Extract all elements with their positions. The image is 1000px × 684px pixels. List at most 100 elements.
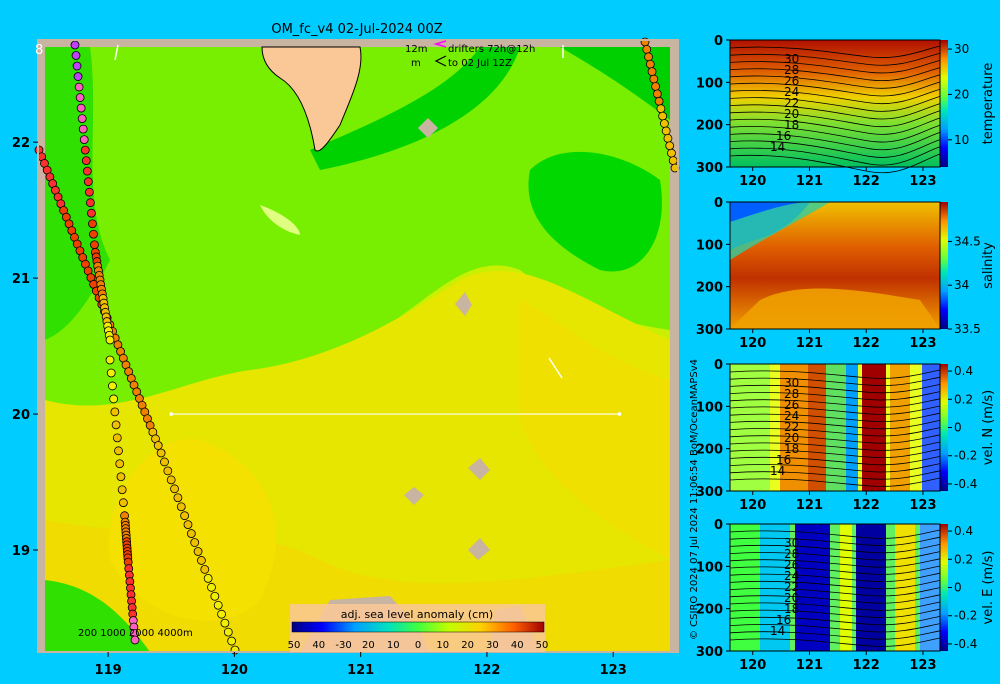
drifter-to-label: to 02 Jul 12Z (448, 58, 512, 69)
drifter-point (645, 59, 655, 69)
map-x-tick-label: 121 (347, 663, 374, 678)
panel-ylabel: vel. N (m/s) (981, 390, 996, 465)
drifter-point (85, 198, 95, 208)
map-y-tick-label: 20 (12, 408, 30, 423)
drifter-point (84, 187, 94, 197)
drifter-point (88, 219, 97, 229)
drifter-point (83, 177, 93, 187)
depth-legend: 200 1000 2000 4000m (78, 628, 193, 639)
drifter-point (106, 368, 116, 378)
x-tick-label: 122 (853, 498, 880, 513)
drifter-point (660, 119, 669, 128)
colorbar-bar (291, 621, 545, 633)
y-tick-label: 100 (696, 560, 723, 575)
drifter-point (176, 502, 186, 512)
colorbar-tick-label: 30 (954, 42, 969, 56)
drifter-point (156, 448, 166, 458)
drifter-point (112, 433, 122, 443)
panel-ylabel: salinity (981, 242, 996, 289)
colorbar-tick-label: 20 (954, 87, 969, 101)
x-tick-label: 122 (853, 336, 880, 351)
section-line-end (617, 412, 622, 416)
drifter-point (642, 45, 652, 54)
drifter-point (78, 124, 88, 134)
colorbar-tick-label: 0.2 (954, 552, 973, 566)
map-field (45, 47, 670, 652)
drifter-point (160, 457, 169, 467)
drifter-point (197, 556, 206, 565)
y-tick-label: 200 (696, 443, 723, 458)
colorbar-tick-label: 40 (511, 640, 524, 651)
colorbar-tick-label: -0.2 (954, 449, 977, 463)
drifter-point (79, 135, 89, 145)
colorbar-tick-label: 34.5 (954, 234, 981, 248)
map-x-tick-label: 119 (95, 663, 122, 678)
map-y-tick-label: 22 (12, 136, 30, 151)
drifter-point (183, 520, 193, 530)
colorbar-tick-label: 33.5 (954, 322, 981, 336)
y-tick-label: 200 (696, 281, 723, 296)
sla-colorbar: adj. sea level anomaly (cm) 50 40 -30 20 10 0… (288, 604, 549, 652)
vel-n-colorbar (940, 364, 948, 491)
drifter-point (90, 240, 99, 250)
drifter-point (227, 636, 237, 646)
corner-glyph: 8 (35, 43, 43, 58)
drifter-point (667, 148, 676, 158)
colorbar-tick-label: 0 (954, 421, 962, 435)
colorbar-tick-label: 10 (436, 640, 449, 651)
colorbar-tick-label: 10 (954, 133, 969, 147)
drifter-point (105, 335, 115, 345)
drifter-point (77, 114, 87, 123)
x-tick-label: 120 (739, 658, 766, 673)
map-y-tick-label: 19 (12, 544, 30, 559)
drifter-point (217, 609, 226, 619)
drifter-unit-label: m (411, 58, 421, 69)
drifter-point (166, 475, 176, 485)
drifter-legend-label: drifters 72h@12h (448, 44, 535, 55)
salinity-colorbar (940, 202, 948, 329)
x-tick-label: 121 (796, 498, 823, 513)
drifter-point (661, 126, 671, 136)
drifter-point (76, 103, 86, 113)
colorbar-tick-label: -30 (335, 640, 351, 651)
drifter-point (656, 104, 666, 114)
panel-ylabel: vel. E (m/s) (981, 551, 996, 625)
colorbar-tick-label: 10 (387, 640, 400, 651)
colorbar-tick-label: -0.2 (954, 609, 977, 623)
colorbar-tick-label: -0.4 (954, 637, 977, 651)
contour-label: 14 (770, 464, 785, 478)
drifter-point (117, 485, 127, 495)
drifter-point (73, 72, 83, 81)
drifter-point (109, 394, 119, 404)
drifter-point (203, 573, 213, 583)
colorbar-tick-label: 50 (536, 640, 549, 651)
colorbar-tick-label: 0.4 (954, 524, 973, 538)
y-tick-label: 0 (714, 518, 723, 533)
drifter-point (663, 133, 673, 143)
contour-label: 14 (770, 140, 785, 154)
map-x-tick-label: 123 (600, 663, 627, 678)
colorbar-tick-label: 20 (461, 640, 474, 651)
map-x-tick-label: 122 (473, 663, 500, 678)
drifter-point (74, 82, 84, 92)
drifter-point (105, 355, 115, 365)
x-tick-label: 122 (853, 658, 880, 673)
drifter-point (193, 547, 203, 556)
drifter-point (207, 582, 216, 592)
drifter-point (649, 74, 659, 84)
drifter-point (108, 381, 117, 391)
map-x-tick-label: 120 (221, 663, 248, 678)
x-tick-label: 123 (909, 336, 936, 351)
drifter-point (658, 111, 668, 121)
drifter-point (81, 156, 91, 166)
y-tick-label: 300 (696, 323, 723, 338)
drifter-point (665, 141, 675, 151)
contour-label: 14 (770, 624, 785, 638)
x-tick-label: 121 (796, 658, 823, 673)
drifter-point (173, 493, 183, 503)
colorbar-tick-label: 34 (954, 278, 969, 292)
colorbar-tick-label: 0.2 (954, 392, 973, 406)
y-tick-label: 0 (714, 196, 723, 211)
drifter-point (70, 40, 80, 50)
drifter-point (75, 93, 85, 102)
